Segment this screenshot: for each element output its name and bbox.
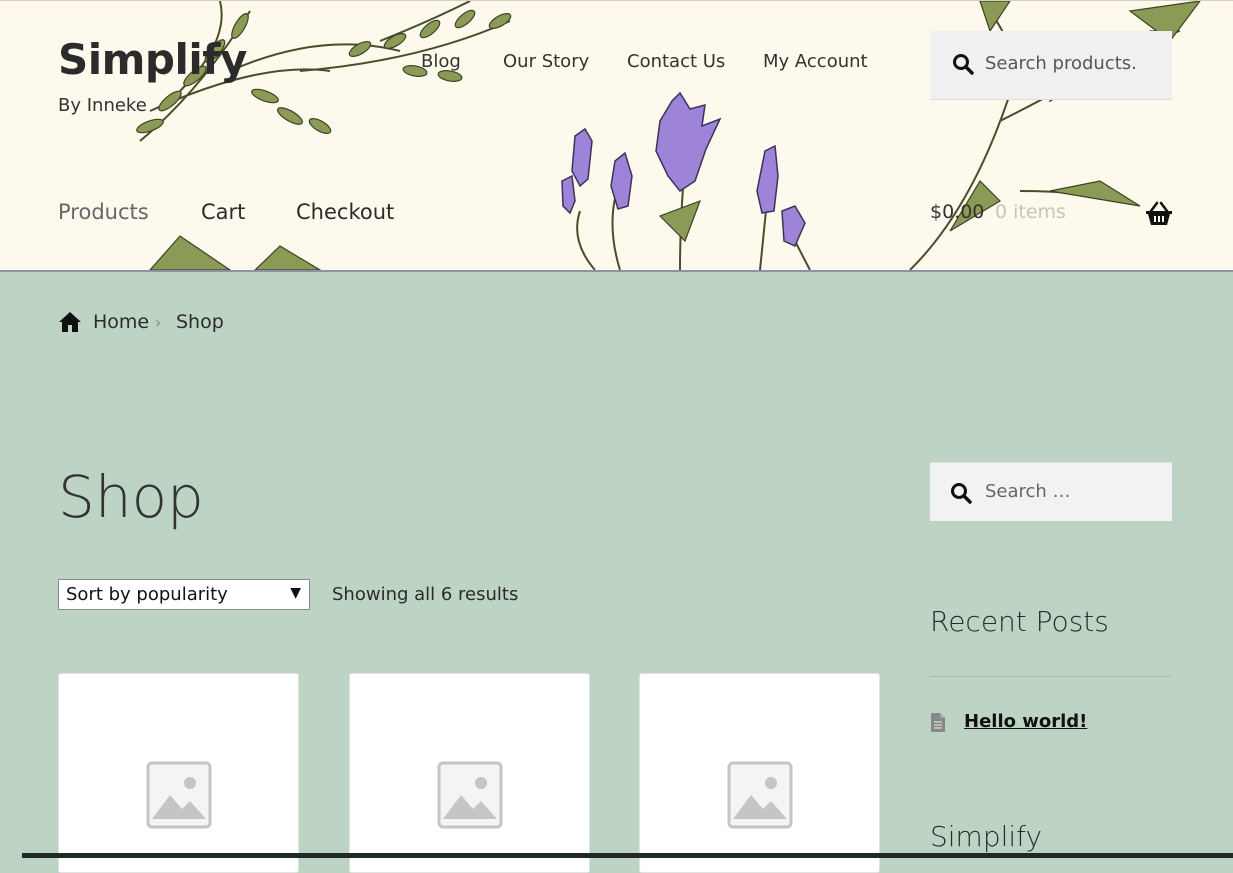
sidebar-search-box[interactable]: Search …: [930, 462, 1172, 521]
placeholder-image-icon: [437, 761, 503, 829]
breadcrumb-current: Shop: [176, 311, 224, 333]
page-title: Shop: [58, 463, 204, 531]
placeholder-image-icon: [146, 761, 212, 829]
nav-products[interactable]: Products: [58, 200, 149, 224]
sort-selected-value: Sort by popularity: [66, 584, 228, 605]
sort-dropdown[interactable]: Sort by popularity ▼: [58, 579, 310, 610]
nav-blog[interactable]: Blog: [421, 51, 461, 72]
placeholder-image-icon: [727, 761, 793, 829]
product-search-input[interactable]: Search products.: [985, 53, 1137, 74]
product-search-box[interactable]: Search products.: [930, 31, 1172, 100]
recent-post-link[interactable]: Hello world!: [964, 711, 1087, 732]
basket-icon[interactable]: [1145, 201, 1173, 231]
recent-posts-title: Recent Posts: [930, 605, 1109, 638]
sidebar-search-input[interactable]: Search …: [985, 481, 1071, 502]
search-icon[interactable]: [952, 53, 974, 79]
window-bottom-edge: [22, 853, 1233, 858]
cart-amount[interactable]: $0.00: [930, 201, 984, 223]
product-card[interactable]: [639, 673, 880, 873]
widget-title-simplify: Simplify: [930, 820, 1043, 853]
result-count: Showing all 6 results: [332, 584, 519, 605]
nav-checkout[interactable]: Checkout: [296, 200, 394, 224]
site-tagline: By Inneke: [58, 95, 147, 116]
divider: [930, 676, 1172, 677]
breadcrumb-home[interactable]: Home: [93, 311, 149, 333]
chevron-right-icon: ›: [155, 313, 162, 332]
site-header: Simplify By Inneke Blog Our Story Contac…: [0, 0, 1233, 272]
product-card[interactable]: [58, 673, 299, 873]
nav-contact-us[interactable]: Contact Us: [627, 51, 725, 72]
document-icon: [930, 712, 946, 737]
product-card[interactable]: [349, 673, 590, 873]
home-icon[interactable]: [58, 311, 82, 337]
dropdown-arrow-icon: ▼: [290, 585, 301, 601]
cart-item-count[interactable]: 0 items: [995, 201, 1066, 223]
nav-cart[interactable]: Cart: [201, 200, 245, 224]
nav-my-account[interactable]: My Account: [763, 51, 868, 72]
search-icon[interactable]: [950, 482, 972, 508]
site-title[interactable]: Simplify: [58, 35, 247, 84]
nav-our-story[interactable]: Our Story: [503, 51, 589, 72]
